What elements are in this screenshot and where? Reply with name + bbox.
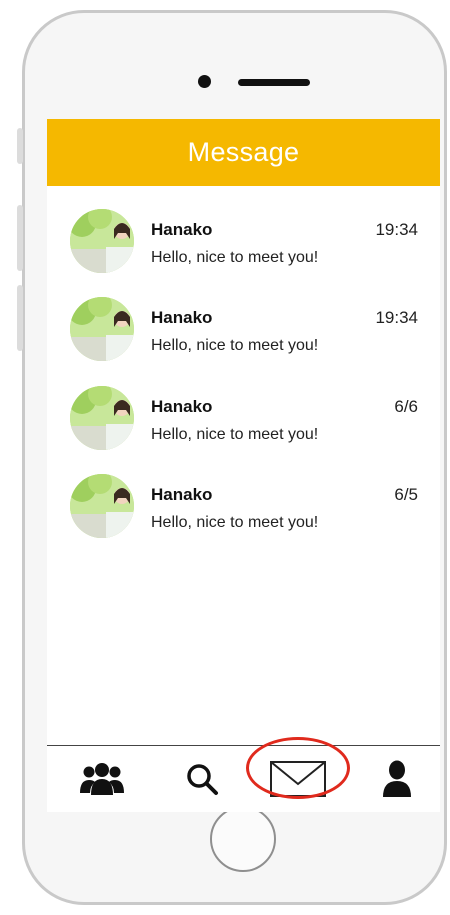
avatar — [70, 209, 134, 273]
people-icon — [80, 763, 124, 795]
tab-friends[interactable] — [67, 746, 137, 812]
message-time: 6/6 — [394, 397, 418, 416]
message-preview: Hello, nice to meet you! — [151, 337, 319, 354]
mute-switch — [17, 128, 23, 164]
front-camera — [198, 75, 211, 88]
sender-name: Hanako — [151, 220, 213, 239]
tab-messages[interactable] — [263, 746, 333, 812]
message-time: 6/5 — [394, 485, 418, 504]
message-preview: Hello, nice to meet you! — [151, 426, 319, 443]
mail-icon — [270, 761, 326, 797]
message-preview: Hello, nice to meet you! — [151, 249, 319, 266]
volume-down-button — [17, 285, 23, 351]
sender-name: Hanako — [151, 397, 213, 416]
tab-bar — [47, 737, 440, 812]
screen: Message Hanako 19:34 Hello, nice to meet… — [47, 119, 440, 812]
user-icon — [383, 760, 411, 797]
tab-search[interactable] — [167, 746, 237, 812]
list-item[interactable]: Hanako 19:34 Hello, nice to meet you! — [47, 209, 440, 289]
page-title: Message — [187, 137, 300, 167]
list-item[interactable]: Hanako 19:34 Hello, nice to meet you! — [47, 297, 440, 377]
tab-profile[interactable] — [362, 746, 432, 812]
avatar — [70, 474, 134, 538]
message-preview: Hello, nice to meet you! — [151, 514, 319, 531]
message-time: 19:34 — [375, 308, 418, 327]
avatar — [70, 386, 134, 450]
list-item[interactable]: Hanako 6/6 Hello, nice to meet you! — [47, 386, 440, 466]
list-item[interactable]: Hanako 6/5 Hello, nice to meet you! — [47, 474, 440, 554]
sender-name: Hanako — [151, 308, 213, 327]
avatar — [70, 297, 134, 361]
earpiece-speaker — [238, 79, 310, 86]
home-button[interactable] — [210, 806, 276, 872]
page-header: Message — [47, 119, 440, 186]
sender-name: Hanako — [151, 485, 213, 504]
search-icon — [187, 764, 218, 795]
message-time: 19:34 — [375, 220, 418, 239]
volume-up-button — [17, 205, 23, 271]
